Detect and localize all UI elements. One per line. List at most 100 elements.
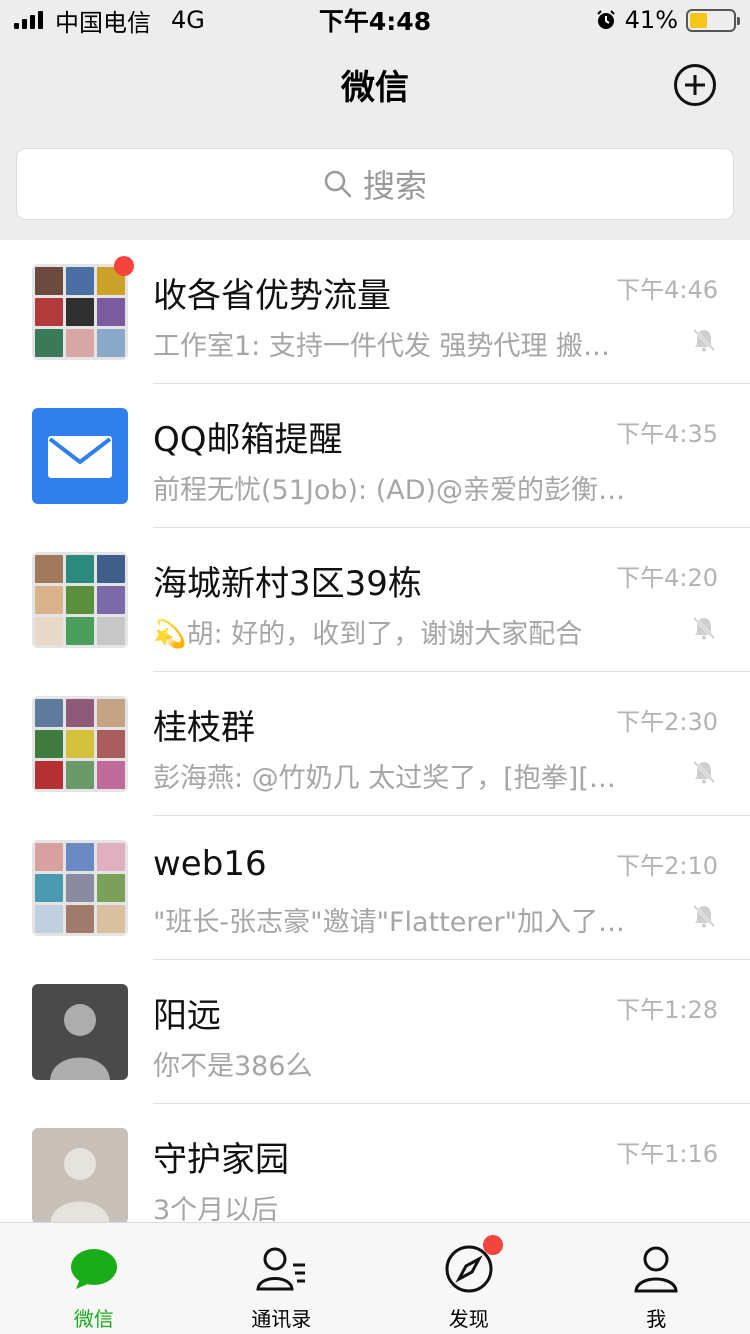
chat-preview: 3个月以后: [153, 1195, 279, 1222]
alarm-icon: [596, 10, 615, 29]
battery-percent: 41%: [624, 6, 678, 34]
battery-fill: [690, 12, 708, 28]
tab-label: 通讯录: [251, 1307, 312, 1331]
avatar: [32, 696, 128, 792]
chat-name: QQ邮箱提醒: [153, 420, 343, 460]
chat-time: 下午4:35: [616, 420, 718, 448]
chat-name: web16: [153, 844, 267, 884]
avatar-tile: [97, 699, 125, 727]
avatar-wrapper: [32, 552, 128, 648]
avatar-tile: [66, 699, 94, 727]
avatar-tile: [97, 298, 125, 326]
chat-time: 下午1:28: [616, 996, 718, 1024]
search-icon: [324, 170, 352, 198]
photo-avatar-icon: [50, 1004, 110, 1080]
chat-time: 下午1:16: [616, 1140, 718, 1168]
avatar: [32, 408, 128, 504]
chat-name: 收各省优势流量: [153, 276, 391, 316]
chat-bubble-icon: [68, 1243, 120, 1295]
chat-name: 海城新村3区39栋: [153, 564, 422, 604]
status-time: 下午4:48: [318, 7, 432, 36]
mute-bell-icon: [690, 326, 718, 354]
network-label: 4G: [171, 6, 205, 34]
carrier-label: 中国电信: [55, 8, 151, 37]
contacts-icon: [255, 1243, 307, 1295]
avatar-wrapper: [32, 840, 128, 936]
chat-preview: "班长-张志豪"邀请"Flatterer"加入了…: [153, 907, 625, 938]
avatar-tile: [35, 761, 63, 789]
person-icon: [630, 1243, 682, 1295]
tab-bar: 微信 通讯录 发现 我: [0, 1222, 750, 1334]
avatar-wrapper: [32, 696, 128, 792]
status-bar: 中国电信 4G 下午4:48 41%: [0, 0, 750, 40]
chat-name: 桂枝群: [153, 708, 255, 748]
tab-label: 发现: [448, 1307, 489, 1331]
mute-bell-icon: [690, 758, 718, 786]
avatar-tile: [66, 761, 94, 789]
mute-bell-icon: [690, 902, 718, 930]
search-input[interactable]: 搜索: [16, 148, 734, 220]
avatar-tile: [97, 555, 125, 583]
avatar-tile: [66, 905, 94, 933]
tab-label: 微信: [73, 1307, 114, 1331]
avatar-tile: [35, 329, 63, 357]
avatar-tile: [97, 586, 125, 614]
chat-list-item[interactable]: 收各省优势流量 下午4:46 工作室1: 支持一件代发 强势代理 搬…: [0, 240, 750, 384]
avatar-tile: [97, 730, 125, 758]
avatar-tile: [35, 298, 63, 326]
avatar-tile: [35, 555, 63, 583]
avatar-tile: [97, 329, 125, 357]
chat-list-item[interactable]: web16 下午2:10 "班长-张志豪"邀请"Flatterer"加入了…: [0, 816, 750, 960]
avatar-tile: [35, 730, 63, 758]
battery-icon: [686, 8, 740, 32]
avatar: [32, 984, 128, 1080]
chat-time: 下午2:10: [616, 852, 718, 880]
add-button[interactable]: [674, 64, 716, 106]
avatar-wrapper: [32, 256, 134, 360]
chat-time: 下午2:30: [616, 708, 718, 736]
chat-list-item[interactable]: QQ邮箱提醒 下午4:35 前程无忧(51Job): (AD)@亲爱的彭衡，你…: [0, 384, 750, 528]
chat-preview: 彭海燕: @竹奶几 太过奖了，[抱拳][抱…: [153, 763, 633, 794]
tab-contacts[interactable]: 通讯录: [188, 1223, 376, 1334]
chat-list-item[interactable]: 守护家园 下午1:16 3个月以后: [0, 1104, 750, 1222]
avatar-tile: [66, 617, 94, 645]
avatar-tile: [66, 555, 94, 583]
page-title: 微信: [341, 67, 409, 108]
avatar-tile: [66, 874, 94, 902]
avatar-tile: [66, 843, 94, 871]
chat-list-item[interactable]: 桂枝群 下午2:30 彭海燕: @竹奶几 太过奖了，[抱拳][抱…: [0, 672, 750, 816]
avatar-tile: [97, 617, 125, 645]
avatar-tile: [35, 874, 63, 902]
avatar-tile: [97, 874, 125, 902]
status-right: 41%: [476, 6, 740, 34]
chat-time: 下午4:20: [616, 564, 718, 592]
avatar: [32, 552, 128, 648]
unread-badge: [114, 256, 134, 276]
search-placeholder: 搜索: [362, 167, 427, 205]
tab-person[interactable]: 我: [563, 1223, 750, 1334]
status-left: 中国电信 4G: [14, 3, 274, 38]
avatar-tile: [35, 699, 63, 727]
avatar-wrapper: [32, 408, 128, 504]
chat-preview: 💫胡: 好的，收到了，谢谢大家配合: [153, 619, 583, 650]
chat-list-item[interactable]: 海城新村3区39栋 下午4:20 💫胡: 好的，收到了，谢谢大家配合: [0, 528, 750, 672]
avatar-wrapper: [32, 984, 128, 1080]
chat-list-item[interactable]: 阳远 下午1:28 你不是386么: [0, 960, 750, 1104]
avatar-tile: [66, 329, 94, 357]
avatar-wrapper: [32, 1128, 128, 1222]
chat-preview: 前程无忧(51Job): (AD)@亲爱的彭衡，你…: [153, 475, 633, 506]
avatar-tile: [35, 617, 63, 645]
mail-icon: [48, 436, 112, 478]
avatar-tile: [35, 905, 63, 933]
avatar-tile: [66, 267, 94, 295]
nav-bar: 微信: [0, 40, 750, 128]
signal-icon: [14, 11, 43, 29]
avatar-tile: [97, 843, 125, 871]
avatar-tile: [35, 267, 63, 295]
chat-name: 守护家园: [153, 1140, 289, 1180]
avatar-tile: [66, 730, 94, 758]
tab-compass[interactable]: 发现: [375, 1223, 563, 1334]
avatar-tile: [66, 298, 94, 326]
avatar-tile: [35, 586, 63, 614]
tab-chat-bubble[interactable]: 微信: [0, 1223, 188, 1334]
